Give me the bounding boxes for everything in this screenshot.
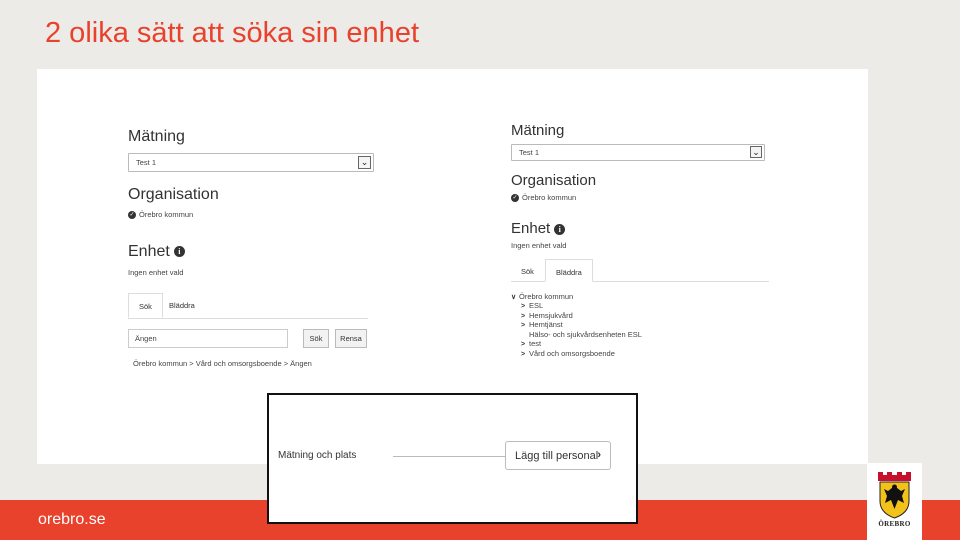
left-tab-bladdra[interactable]: Bläddra <box>159 293 205 318</box>
left-search-input[interactable]: Ängen <box>128 329 288 348</box>
tree-item-test[interactable]: > test <box>521 339 541 348</box>
right-organisation-heading: Organisation <box>511 172 597 189</box>
right-enhet-label: Enhet <box>511 220 551 237</box>
chevron-right-icon: > <box>521 312 526 320</box>
add-personnel-button[interactable]: Lägg till personal › <box>505 441 611 470</box>
left-matning-value: Test 1 <box>136 158 157 167</box>
chevron-right-icon: > <box>521 322 526 329</box>
right-tab-bladdra[interactable]: Bläddra <box>545 259 593 282</box>
slide-title: 2 olika sätt att söka sin enhet <box>45 17 419 49</box>
info-circle-icon[interactable]: i <box>554 223 566 235</box>
chevron-down-icon: ⌄ <box>358 156 371 169</box>
left-search-value: Ängen <box>135 334 157 343</box>
tree-item-label: Hemsjukvård <box>529 310 573 320</box>
tree-item-label: Hemtjänst <box>529 320 563 329</box>
chevron-right-icon: › <box>597 449 601 461</box>
left-organisation-value: Örebro kommun <box>139 210 194 219</box>
right-matning-heading: Mätning <box>511 122 565 139</box>
right-organisation-row: ✓ Örebro kommun <box>511 193 577 203</box>
tree-item-label: ESL <box>529 301 544 310</box>
chevron-right-icon: > <box>521 303 526 310</box>
search-button[interactable]: Sök <box>303 329 329 348</box>
tree-item-label: test <box>529 339 542 348</box>
tree-root-label: Örebro kommun <box>519 292 574 301</box>
tree-item-vard-omsorg[interactable]: > Vård och omsorgsboende <box>521 349 615 358</box>
left-enhet-status: Ingen enhet vald <box>128 268 184 277</box>
left-matning-select[interactable]: Test 1 ⌄ <box>128 153 374 172</box>
tree-item-label: Vård och omsorgsboende <box>529 348 615 358</box>
tree-item-hemsjukvard[interactable]: > Hemsjukvård <box>521 311 573 320</box>
right-matning-value: Test 1 <box>519 148 540 157</box>
logo-text: ÖREBRO <box>878 520 911 528</box>
inset-label: Mätning och plats <box>278 450 357 461</box>
inset-divider <box>393 456 506 457</box>
tree-item-halso-sjukvard[interactable]: Hälso- och sjukvårdsenheten ESL <box>529 330 642 339</box>
tree-item-esl[interactable]: > ESL <box>521 301 543 310</box>
right-organisation-value: Örebro kommun <box>522 193 577 202</box>
left-enhet-heading: Enhet i <box>128 243 185 261</box>
right-matning-select[interactable]: Test 1 ⌄ <box>511 144 765 161</box>
chevron-down-icon: ∨ <box>511 294 517 301</box>
right-tab-sok[interactable]: Sök <box>511 259 544 284</box>
tree-root[interactable]: ∨ Örebro kommun <box>511 292 573 301</box>
left-enhet-label: Enhet <box>128 243 170 260</box>
check-circle-icon: ✓ <box>128 211 136 220</box>
info-circle-icon[interactable]: i <box>173 246 185 258</box>
left-organisation-heading: Organisation <box>128 186 219 203</box>
left-result-path[interactable]: Örebro kommun > Vård och omsorgsboende >… <box>133 359 312 368</box>
chevron-right-icon: > <box>521 341 526 348</box>
reset-button[interactable]: Rensa <box>335 329 367 348</box>
left-tab-divider <box>128 318 368 319</box>
right-enhet-status: Ingen enhet vald <box>511 241 567 250</box>
chevron-right-icon: > <box>521 350 526 358</box>
tree-item-label: Hälso- och sjukvårdsenheten ESL <box>529 329 642 339</box>
left-matning-heading: Mätning <box>128 128 185 145</box>
left-tab-sok[interactable]: Sök <box>128 293 163 318</box>
inset-screenshot: Mätning och plats Lägg till personal › <box>267 393 638 524</box>
orebro-logo: ÖREBRO <box>867 463 922 540</box>
chevron-down-icon: ⌄ <box>750 146 762 158</box>
tree-item-hemtjanst[interactable]: > Hemtjänst <box>521 320 563 329</box>
add-personnel-label: Lägg till personal <box>515 450 599 462</box>
footer-link[interactable]: orebro.se <box>38 511 106 529</box>
right-enhet-heading: Enhet i <box>511 220 566 237</box>
coat-of-arms-icon <box>878 472 911 519</box>
left-organisation-row: ✓ Örebro kommun <box>128 210 194 220</box>
check-circle-icon: ✓ <box>511 194 519 203</box>
